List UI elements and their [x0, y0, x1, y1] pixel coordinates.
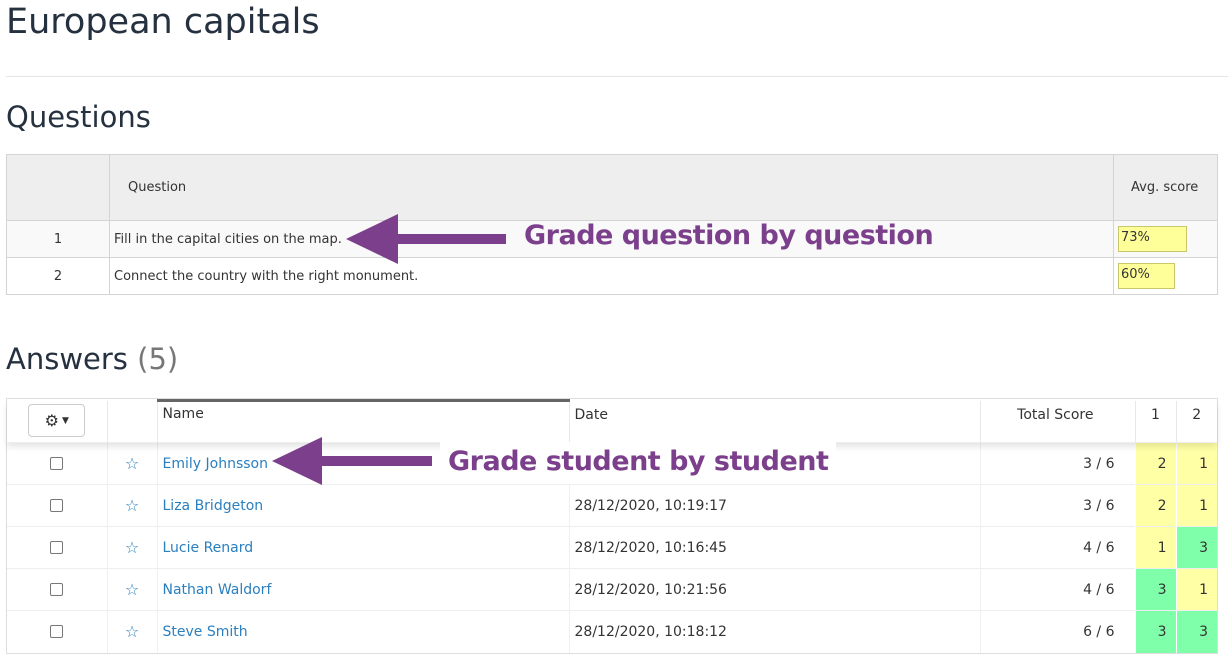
annotation-grade-by-question: Grade question by question — [524, 220, 934, 251]
student-name-link[interactable]: Steve Smith — [163, 624, 248, 640]
arrow-left-icon — [346, 214, 506, 264]
question-2-score[interactable]: 3 — [1175, 526, 1217, 569]
total-score: 4 / 6 — [979, 526, 1135, 569]
date-column-header[interactable]: Date — [568, 400, 980, 443]
student-name-link[interactable]: Emily Johnsson — [163, 456, 268, 472]
total-score: 4 / 6 — [979, 568, 1135, 611]
question-row[interactable]: 2 Connect the country with the right mon… — [6, 257, 1218, 295]
student-name-cell: Liza Bridgeton — [156, 484, 569, 527]
question-1-column-header[interactable]: 1 — [1134, 400, 1176, 443]
settings-column-header: ⚙ ▼ — [7, 400, 107, 443]
question-2-score[interactable]: 1 — [1175, 442, 1217, 485]
row-checkbox[interactable] — [50, 541, 64, 554]
answers-title: Answers — [6, 342, 128, 376]
question-2-column-header[interactable]: 2 — [1175, 400, 1217, 443]
row-select-cell — [7, 526, 107, 569]
question-2-score[interactable]: 1 — [1175, 568, 1217, 611]
student-name-cell: Steve Smith — [156, 610, 569, 653]
submission-date: 28/12/2020, 10:21:56 — [568, 568, 980, 611]
total-score: 6 / 6 — [979, 610, 1135, 653]
answer-row[interactable]: ☆ Steve Smith 28/12/2020, 10:18:12 6 / 6… — [7, 610, 1217, 653]
student-name-cell: Lucie Renard — [156, 526, 569, 569]
student-name-cell: Nathan Waldorf — [156, 568, 569, 611]
question-1-score[interactable]: 2 — [1134, 442, 1176, 485]
student-name-link[interactable]: Nathan Waldorf — [163, 582, 272, 598]
avg-score-cell: 60% — [1113, 257, 1218, 295]
row-select-cell — [7, 568, 107, 611]
question-number: 1 — [6, 220, 110, 258]
row-select-cell — [7, 442, 107, 485]
arrow-left-icon — [272, 437, 432, 485]
row-checkbox[interactable] — [50, 583, 64, 596]
answer-row[interactable]: ☆ Liza Bridgeton 28/12/2020, 10:19:17 3 … — [7, 484, 1217, 527]
question-2-score[interactable]: 1 — [1175, 484, 1217, 527]
row-checkbox[interactable] — [50, 625, 64, 639]
total-score-column-header[interactable]: Total Score — [979, 400, 1135, 443]
answer-row[interactable]: ☆ Nathan Waldorf 28/12/2020, 10:21:56 4 … — [7, 568, 1217, 611]
question-text[interactable]: Connect the country with the right monum… — [109, 257, 1114, 295]
row-checkbox[interactable] — [50, 499, 64, 512]
submission-date: 28/12/2020, 10:16:45 — [568, 526, 980, 569]
questions-heading: Questions — [6, 100, 151, 134]
star-column-header — [106, 400, 157, 443]
caret-down-icon: ▼ — [61, 416, 69, 427]
answers-count: (5) — [137, 342, 179, 376]
star-icon[interactable]: ☆ — [106, 568, 157, 611]
avg-score-cell: 73% — [1113, 220, 1218, 258]
submission-date: 28/12/2020, 10:18:12 — [568, 610, 980, 653]
total-score: 3 / 6 — [979, 484, 1135, 527]
answers-heading: Answers (5) — [6, 342, 178, 376]
gear-icon: ⚙ — [44, 411, 59, 431]
question-1-score[interactable]: 1 — [1134, 526, 1176, 569]
student-name-link[interactable]: Liza Bridgeton — [163, 498, 264, 514]
star-icon[interactable]: ☆ — [106, 484, 157, 527]
star-icon[interactable]: ☆ — [106, 610, 157, 653]
row-select-cell — [7, 484, 107, 527]
star-icon[interactable]: ☆ — [106, 526, 157, 569]
annotation-grade-by-student: Grade student by student — [440, 442, 837, 484]
submission-date: 28/12/2020, 10:19:17 — [568, 484, 980, 527]
question-2-score[interactable]: 3 — [1175, 610, 1217, 653]
avg-score-bar: 60% — [1118, 263, 1175, 289]
question-number-header — [6, 154, 110, 221]
question-1-score[interactable]: 2 — [1134, 484, 1176, 527]
annotation-arrow-question — [346, 214, 506, 264]
total-score: 3 / 6 — [979, 442, 1135, 485]
answer-row[interactable]: ☆ Lucie Renard 28/12/2020, 10:16:45 4 / … — [7, 526, 1217, 569]
answers-header-row: ⚙ ▼ Name Date Total Score 1 2 — [7, 399, 1217, 443]
settings-dropdown-button[interactable]: ⚙ ▼ — [28, 404, 86, 438]
page-title: European capitals — [6, 2, 320, 42]
question-1-score[interactable]: 3 — [1134, 568, 1176, 611]
star-icon[interactable]: ☆ — [106, 442, 157, 485]
avg-score-bar: 73% — [1118, 226, 1188, 252]
question-number: 2 — [6, 257, 110, 295]
student-name-link[interactable]: Lucie Renard — [163, 540, 254, 556]
questions-header-row: Question Avg. score — [6, 154, 1218, 221]
question-1-score[interactable]: 3 — [1134, 610, 1176, 653]
answers-table-container: ⚙ ▼ Name Date Total Score 1 2 ☆ Emily Joh… — [6, 398, 1218, 654]
question-header: Question — [109, 154, 1114, 221]
row-select-cell — [7, 610, 107, 653]
avg-score-header: Avg. score — [1113, 154, 1218, 221]
row-checkbox[interactable] — [50, 457, 64, 470]
title-divider — [6, 76, 1228, 77]
answers-table: ⚙ ▼ Name Date Total Score 1 2 ☆ Emily Joh… — [7, 399, 1217, 653]
annotation-arrow-student — [272, 437, 432, 485]
